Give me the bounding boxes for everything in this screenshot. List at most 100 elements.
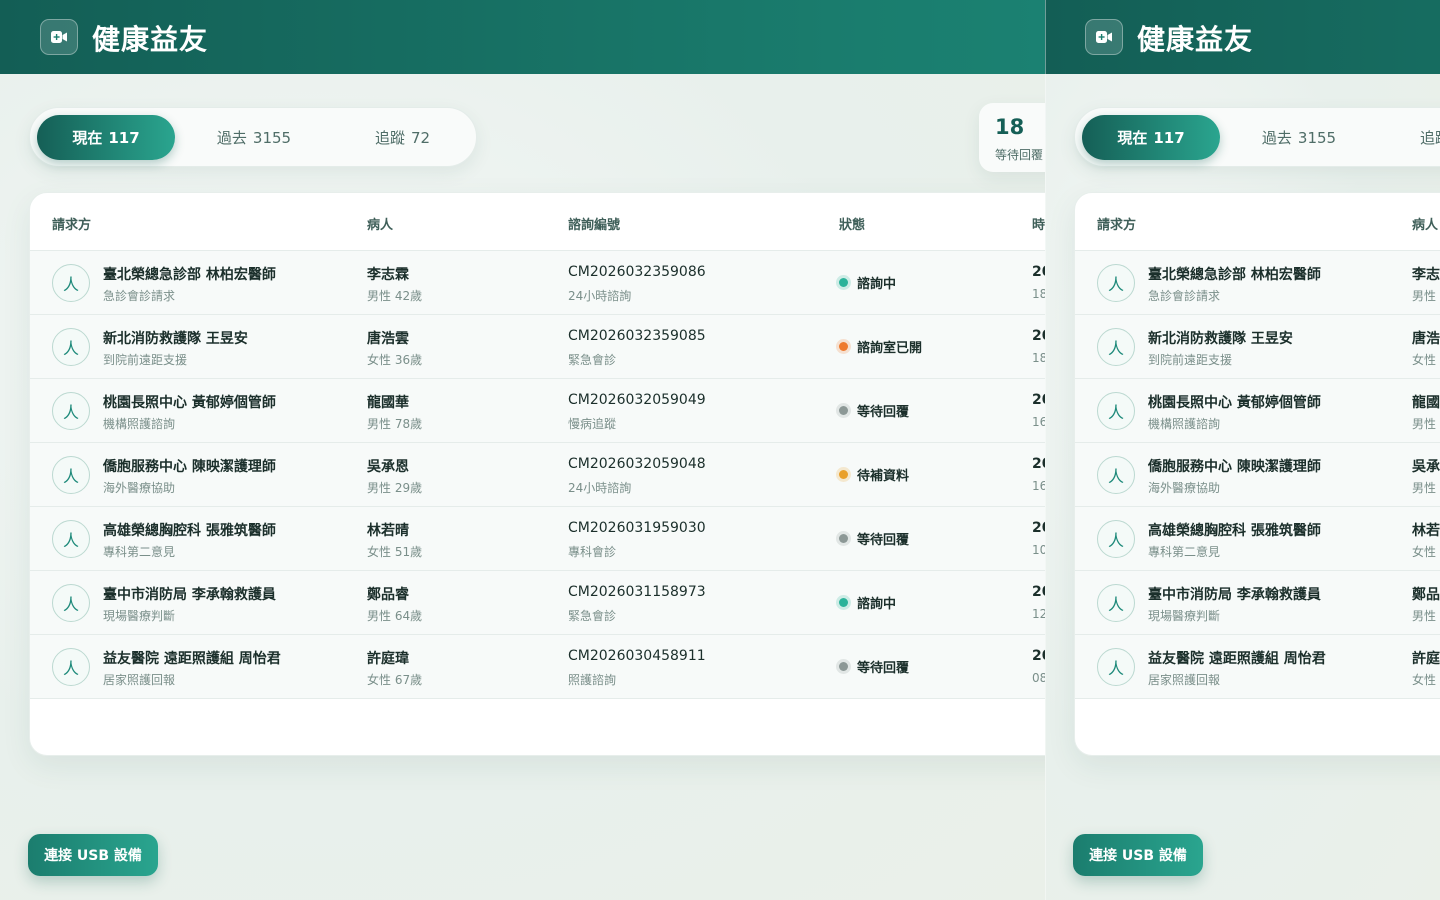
patient-name: 李志霖: [1412, 267, 1440, 283]
patient-name: 龍國華: [367, 395, 409, 411]
app-title: 健康益友: [1137, 23, 1254, 56]
request-type: 海外醫療協助: [1148, 481, 1221, 495]
status-label: 待補資料: [857, 469, 910, 484]
request-type: 機構照護諮詢: [1148, 417, 1221, 431]
patient-name: 許庭瑋: [1412, 651, 1440, 667]
consultation-table: 請求方 病人 諮詢編號 狀態 時 人 臺北榮總急診部 林柏宏醫師 急診會診請求 …: [1074, 192, 1440, 756]
tab-follow-up[interactable]: 追蹤 72: [330, 115, 475, 160]
table-row[interactable]: 人 臺北榮總急診部 林柏宏醫師 急診會診請求 李志霖 男性 42歲 CM2026…: [1075, 251, 1440, 315]
consult-type: 緊急會診: [568, 353, 617, 367]
tab-count: 72: [410, 128, 431, 147]
requester-name: 新北消防救護隊 王昱安: [103, 331, 248, 347]
tab-current[interactable]: 現在 117: [1082, 115, 1220, 160]
patient-info: 男性 29歲: [1412, 481, 1440, 495]
connect-usb-button[interactable]: 連接 USB 設備: [1073, 834, 1203, 876]
requester-name: 益友醫院 遠距照護組 周怡君: [103, 651, 281, 667]
time-clock: 18:: [1032, 287, 1045, 301]
awaiting-reply-stat-card[interactable]: 18 等待回覆: [979, 103, 1045, 172]
time-date: 20: [1032, 264, 1045, 280]
time-clock: 16:: [1032, 415, 1045, 429]
status-dot: [836, 339, 851, 354]
tab-past[interactable]: 過去 3155: [1225, 115, 1373, 160]
table-row[interactable]: 人 高雄榮總胸腔科 張雅筑醫師 專科第二意見 林若晴 女性 51歲 CM2026…: [1075, 507, 1440, 571]
connect-usb-button[interactable]: 連接 USB 設備: [28, 834, 158, 876]
video-camera-plus-icon[interactable]: [1085, 19, 1123, 55]
person-icon: 人: [52, 392, 90, 430]
person-icon: 人: [52, 264, 90, 302]
tab-current[interactable]: 現在 117: [37, 115, 175, 160]
header-consult-id[interactable]: 諮詢編號: [568, 214, 620, 233]
consult-id: CM2026032059049: [568, 392, 706, 408]
tab-label: 追蹤: [374, 129, 405, 147]
request-type: 現場醫療判斷: [103, 609, 176, 623]
requester-name: 臺中市消防局 李承翰救護員: [103, 587, 276, 603]
header-patient[interactable]: 病人: [367, 214, 393, 233]
header-requester[interactable]: 請求方: [1097, 214, 1136, 233]
video-camera-plus-icon[interactable]: [40, 19, 78, 55]
top-bar: 健康益友: [0, 0, 1045, 74]
patient-name: 吳承恩: [367, 459, 409, 475]
consult-id: CM2026030458911: [568, 648, 706, 664]
status-label: 諮詢室已開: [857, 341, 923, 356]
requester-name: 桃園長照中心 黃郁婷個管師: [103, 395, 276, 411]
request-type: 到院前遠距支援: [103, 353, 188, 367]
requester-name: 臺北榮總急診部 林柏宏醫師: [1148, 267, 1321, 283]
request-type: 急診會診請求: [1148, 289, 1221, 303]
patient-name: 李志霖: [367, 267, 409, 283]
patient-name: 鄭品睿: [1412, 587, 1440, 603]
request-type: 到院前遠距支援: [1148, 353, 1233, 367]
table-header: 請求方 病人 諮詢編號 狀態 時: [1075, 193, 1440, 251]
status-dot: [836, 275, 851, 290]
table-row[interactable]: 人 僑胞服務中心 陳映潔護理師 海外醫療協助 吳承恩 男性 29歲 CM2026…: [1075, 443, 1440, 507]
table-row[interactable]: 人 臺北榮總急診部 林柏宏醫師 急診會診請求 李志霖 男性 42歲 CM2026…: [30, 251, 1045, 315]
table-row[interactable]: 人 益友醫院 遠距照護組 周怡君 居家照護回報 許庭瑋 女性 67歲 CM202…: [30, 635, 1045, 699]
table-row[interactable]: 人 臺中市消防局 李承翰救護員 現場醫療判斷 鄭品睿 男性 64歲 CM2026…: [1075, 571, 1440, 635]
patient-info: 男性 29歲: [367, 481, 423, 495]
tab-past[interactable]: 過去 3155: [180, 115, 328, 160]
header-status[interactable]: 狀態: [839, 214, 865, 233]
consult-type: 專科會診: [568, 545, 617, 559]
table-row[interactable]: 人 桃園長照中心 黃郁婷個管師 機構照護諮詢 龍國華 男性 78歲 CM2026…: [1075, 379, 1440, 443]
consult-type: 照護諮詢: [568, 673, 617, 687]
table-row[interactable]: 人 僑胞服務中心 陳映潔護理師 海外醫療協助 吳承恩 男性 29歲 CM2026…: [30, 443, 1045, 507]
status-dot: [836, 403, 851, 418]
patient-name: 唐浩雲: [367, 331, 409, 347]
status-badge: 等待回覆: [836, 401, 909, 420]
tab-label: 追蹤: [1419, 129, 1440, 147]
consult-id: CM2026031158973: [568, 584, 706, 600]
status-label: 等待回覆: [857, 661, 910, 676]
patient-info: 女性 67歲: [1412, 673, 1440, 687]
requester-name: 高雄榮總胸腔科 張雅筑醫師: [103, 523, 276, 539]
status-badge: 待補資料: [836, 465, 909, 484]
person-icon: 人: [1097, 264, 1135, 302]
person-icon: 人: [1097, 328, 1135, 366]
patient-name: 鄭品睿: [367, 587, 409, 603]
patient-name: 唐浩雲: [1412, 331, 1440, 347]
patient-info: 男性 42歲: [367, 289, 423, 303]
tab-count: 3155: [252, 128, 292, 147]
requester-name: 臺北榮總急診部 林柏宏醫師: [103, 267, 276, 283]
consult-id: CM2026032359086: [568, 264, 706, 280]
header-time[interactable]: 時: [1032, 214, 1045, 233]
table-row[interactable]: 人 臺中市消防局 李承翰救護員 現場醫療判斷 鄭品睿 男性 64歲 CM2026…: [30, 571, 1045, 635]
status-label: 諮詢中: [857, 277, 897, 292]
person-icon: 人: [52, 328, 90, 366]
header-patient[interactable]: 病人: [1412, 214, 1438, 233]
person-icon: 人: [52, 456, 90, 494]
consultation-table: 請求方 病人 諮詢編號 狀態 時 人 臺北榮總急診部 林柏宏醫師 急診會診請求 …: [29, 192, 1045, 756]
table-row[interactable]: 人 益友醫院 遠距照護組 周怡君 居家照護回報 許庭瑋 女性 67歲 CM202…: [1075, 635, 1440, 699]
status-badge: 等待回覆: [836, 529, 909, 548]
patient-info: 女性 36歲: [367, 353, 423, 367]
status-badge: 諮詢中: [836, 273, 896, 292]
status-badge: 等待回覆: [836, 657, 909, 676]
person-icon: 人: [1097, 392, 1135, 430]
tab-count: 117: [1153, 128, 1185, 147]
table-row[interactable]: 人 新北消防救護隊 王昱安 到院前遠距支援 唐浩雲 女性 36歲 CM20260…: [1075, 315, 1440, 379]
requester-name: 桃園長照中心 黃郁婷個管師: [1148, 395, 1321, 411]
header-requester[interactable]: 請求方: [52, 214, 91, 233]
patient-info: 女性 51歲: [1412, 545, 1440, 559]
tab-follow-up[interactable]: 追蹤72: [1375, 115, 1440, 160]
table-row[interactable]: 人 高雄榮總胸腔科 張雅筑醫師 專科第二意見 林若晴 女性 51歲 CM2026…: [30, 507, 1045, 571]
table-row[interactable]: 人 新北消防救護隊 王昱安 到院前遠距支援 唐浩雲 女性 36歲 CM20260…: [30, 315, 1045, 379]
table-row[interactable]: 人 桃園長照中心 黃郁婷個管師 機構照護諮詢 龍國華 男性 78歲 CM2026…: [30, 379, 1045, 443]
